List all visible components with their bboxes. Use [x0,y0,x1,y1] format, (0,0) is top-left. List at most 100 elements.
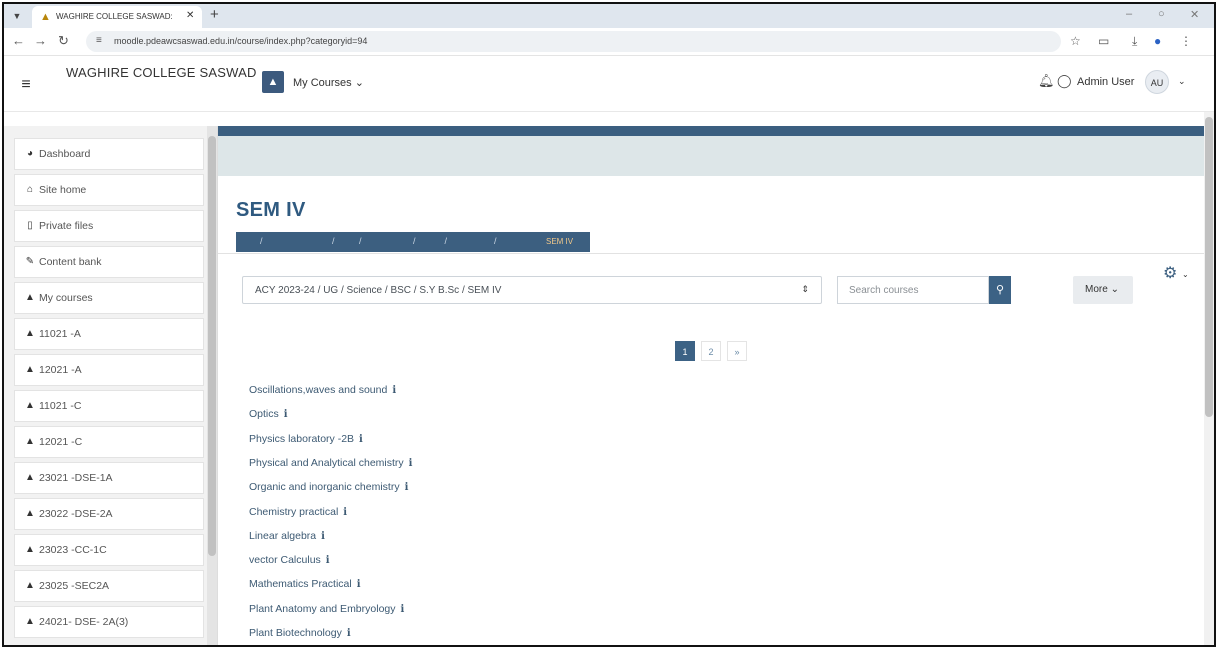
more-button[interactable]: More ⌄ [1073,276,1133,304]
sidebar-item-label: Content bank [39,256,102,268]
paint-brush-icon: ✎ [25,256,35,267]
close-window-icon[interactable]: ✕ [1190,8,1199,21]
course-link[interactable]: Oscillations,waves and sound [249,384,387,396]
tab-search-icon[interactable]: ▼ [10,9,24,23]
course-link[interactable]: Mathematics Practical [249,578,352,590]
chat-icon[interactable]: ◯ [1057,74,1072,88]
site-info-icon[interactable]: ≡ [96,35,102,46]
sidebar-item[interactable]: ▲ 23023 -CC-1C [14,534,204,566]
site-navbar: ≡ WAGHIRE COLLEGE SASWAD ▲ My Courses ⌄ … [4,57,1214,112]
sidebar-item-label: Private files [39,220,94,232]
info-icon[interactable]: i [284,409,288,420]
search-button[interactable]: ⚲ [989,276,1011,304]
search-placeholder: Search courses [849,285,919,296]
profile-icon[interactable]: ● [1154,34,1161,48]
info-icon[interactable]: i [409,458,413,469]
breadcrumb: / / / / / / SEM IV [236,232,590,252]
select-caret-icon: ⇕ [801,284,809,294]
sidebar-item-label: 11021 -C [39,400,82,412]
course-link[interactable]: vector Calculus [249,554,321,566]
user-name[interactable]: Admin User [1077,76,1134,88]
category-select[interactable]: ACY 2023-24 / UG / Science / BSC / S.Y B… [242,276,822,304]
list-item: Plant Anatomy and Embryology i [249,601,404,617]
sidebar-item[interactable]: ▲ 11021 -C [14,390,204,422]
graduation-cap-icon: ▲ [25,544,35,555]
next-page-button[interactable]: » [727,341,747,361]
reload-icon[interactable]: ↻ [58,34,69,48]
close-tab-icon[interactable]: ✕ [186,10,194,21]
page-scrollbar-thumb[interactable] [1205,117,1213,417]
chevron-down-icon[interactable]: ⌄ [1178,76,1186,87]
info-icon[interactable]: i [357,579,361,590]
nav-drawer: ◕ Dashboard ⌂ Site home ▯ Private files ✎ Conte… [4,126,218,645]
bookmark-star-icon[interactable]: ☆ [1070,34,1081,48]
sidebar-item-label: 11021 -A [39,328,81,340]
minimize-icon[interactable]: – [1126,8,1132,20]
sidebar-item[interactable]: ◕ Dashboard [14,138,204,170]
page-header-strip [218,136,1204,176]
bell-icon[interactable]: 🔔︎ [1038,74,1055,88]
sidebar-item[interactable]: ▲ 24021- DSE- 2A(3) [14,606,204,638]
info-icon[interactable]: i [347,628,351,639]
category-select-value: ACY 2023-24 / UG / Science / BSC / S.Y B… [255,285,502,296]
sidebar-item[interactable]: ▯ Private files [14,210,204,242]
page-scrollbar[interactable] [1204,112,1214,645]
drawer-toggle-button[interactable]: ≡ [12,72,40,98]
sidebar-item[interactable]: ⌂ Site home [14,174,204,206]
course-link[interactable]: Linear algebra [249,530,316,542]
sidebar-item[interactable]: ▲ 11021 -A [14,318,204,350]
info-icon[interactable]: i [326,555,330,566]
info-icon[interactable]: i [359,434,363,445]
course-link[interactable]: Plant Biotechnology [249,627,342,639]
extensions-icon[interactable]: ▭ [1098,34,1109,48]
site-brand[interactable]: WAGHIRE COLLEGE SASWAD [66,65,257,80]
info-icon[interactable]: i [343,507,347,518]
course-link[interactable]: Optics [249,408,279,420]
course-link[interactable]: Physical and Analytical chemistry [249,457,404,469]
sidebar-item[interactable]: ▲ 12021 -A [14,354,204,386]
url-field[interactable]: ≡ moodle.pdeawcsaswad.edu.in/course/inde… [86,31,1061,52]
gear-chevron-down-icon[interactable]: ⌄ [1182,270,1189,279]
info-icon[interactable]: i [401,604,405,615]
sidebar-item[interactable]: ✎ Content bank [14,246,204,278]
sitemap-icon[interactable]: ▲ [262,71,284,93]
home-icon: ⌂ [26,184,34,195]
graduation-cap-icon: ▲ [25,580,35,591]
gear-icon[interactable]: ⚙ [1163,266,1177,282]
new-tab-button[interactable]: + [210,7,219,23]
drawer-scrollbar-thumb[interactable] [208,136,216,556]
forward-icon[interactable]: → [34,34,47,48]
list-item: Organic and inorganic chemistry i [249,479,408,495]
my-courses-label: My Courses [293,77,352,89]
my-courses-menu[interactable]: My Courses ⌄ [293,76,364,89]
sidebar-item[interactable]: ▲ My courses [14,282,204,314]
page-1-button[interactable]: 1 [675,341,695,361]
browser-tab[interactable]: ▲ WAGHIRE COLLEGE SASWAD: : ✕ [32,6,202,28]
back-icon[interactable]: ← [12,34,25,48]
sidebar-item[interactable]: ▲ 23025 -SEC2A [14,570,204,602]
drawer-scrollbar[interactable] [207,126,217,645]
page-2-button[interactable]: 2 [701,341,721,361]
info-icon[interactable]: i [392,385,396,396]
graduation-cap-icon: ▲ [25,292,35,303]
info-icon[interactable]: i [405,482,409,493]
maximize-icon[interactable]: ○ [1158,8,1165,20]
user-avatar[interactable]: AU [1145,70,1169,94]
download-icon[interactable]: ⤓ [1132,34,1137,48]
sidebar-item[interactable]: ▲ 12021 -C [14,426,204,458]
course-link[interactable]: Chemistry practical [249,506,338,518]
course-link[interactable]: Physics laboratory -2B [249,433,354,445]
sidebar-item[interactable]: ▲ 23021 -DSE-1A [14,462,204,494]
sidebar-item-label: Dashboard [39,148,91,160]
list-item: Plant Biotechnology i [249,625,351,641]
course-link[interactable]: Plant Anatomy and Embryology [249,603,396,615]
list-item: vector Calculus i [249,552,330,568]
course-link[interactable]: Organic and inorganic chemistry [249,481,400,493]
sidebar-item[interactable]: ▲ 23022 -DSE-2A [14,498,204,530]
breadcrumb-current: SEM IV [546,237,574,246]
breadcrumb-separators: / / / / / / [260,236,499,246]
info-icon[interactable]: i [321,531,325,542]
search-courses-input[interactable]: Search courses [837,276,989,304]
list-item: Linear algebra i [249,528,325,544]
browser-menu-icon[interactable]: ⋮ [1180,34,1192,48]
